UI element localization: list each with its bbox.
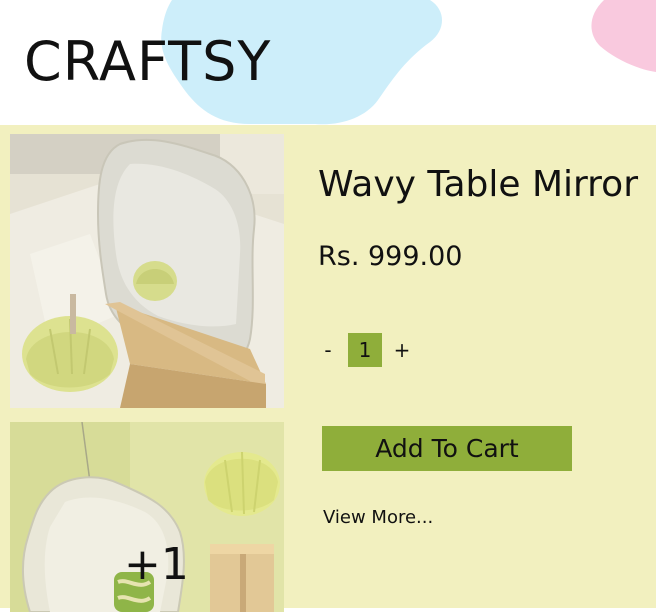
product-price: Rs. 999.00 <box>318 241 463 272</box>
more-images-count[interactable]: +1 <box>124 540 189 590</box>
pink-blob-decoration <box>591 0 656 72</box>
product-section: +1 Wavy Table Mirror Rs. 999.00 - 1 + Ad… <box>0 125 656 612</box>
brand-logo[interactable]: CRAFTSY <box>24 30 271 94</box>
mirror-with-shell-candle-photo <box>10 134 284 408</box>
quantity-stepper: - 1 + <box>318 333 412 367</box>
product-title: Wavy Table Mirror <box>318 164 639 205</box>
product-main-image[interactable] <box>10 134 284 408</box>
view-more-link[interactable]: View More... <box>323 506 433 530</box>
quantity-increment-button[interactable]: + <box>392 333 412 367</box>
quantity-value[interactable]: 1 <box>348 333 382 367</box>
quantity-decrement-button[interactable]: - <box>318 333 338 367</box>
add-to-cart-button[interactable]: Add To Cart <box>322 426 572 471</box>
site-header: CRAFTSY <box>0 0 656 125</box>
